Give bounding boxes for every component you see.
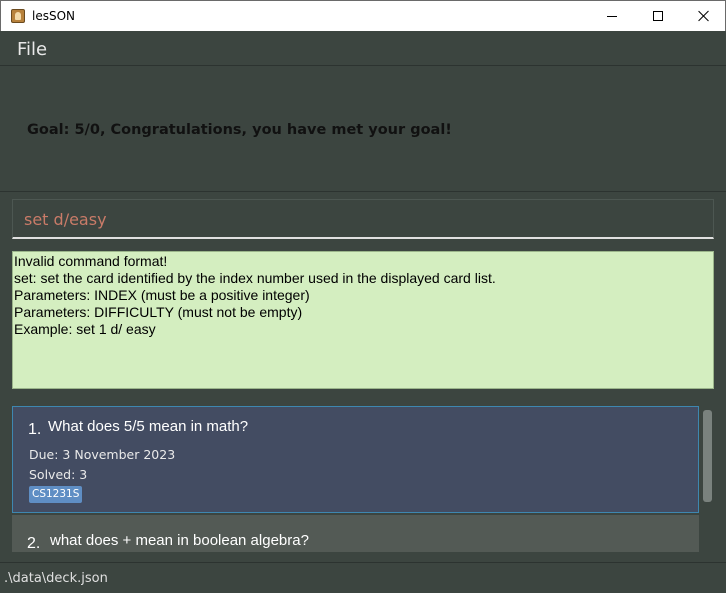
card-due: Due: 3 November 2023	[29, 447, 176, 462]
card-question: what does + mean in boolean algebra?	[50, 532, 309, 549]
close-button[interactable]	[681, 1, 726, 31]
scrollbar-thumb[interactable]	[703, 410, 712, 502]
window-title-bar[interactable]: lesSON	[0, 0, 726, 31]
menu-bar: File	[0, 31, 726, 66]
minimize-button[interactable]	[589, 1, 635, 31]
window-title: lesSON	[32, 9, 76, 23]
command-input[interactable]: set d/easy	[12, 199, 714, 239]
card-list-item[interactable]: 2. what does + mean in boolean algebra?	[12, 515, 699, 552]
card-tag: CS1231S	[29, 486, 83, 503]
card-question: What does 5/5 mean in math?	[48, 418, 249, 435]
status-file-path: .\data\deck.json	[4, 571, 108, 586]
result-display[interactable]: Invalid command format! set: set the car…	[12, 251, 714, 389]
result-line: Invalid command format!	[14, 253, 168, 269]
close-icon	[698, 10, 710, 22]
result-line: Parameters: INDEX (must be a positive in…	[14, 287, 310, 303]
result-line: Parameters: DIFFICULTY (must not be empt…	[14, 304, 303, 320]
command-input-value: set d/easy	[24, 210, 107, 229]
goal-text: Goal: 5/0, Congratulations, you have met…	[27, 122, 452, 138]
maximize-button[interactable]	[635, 1, 681, 31]
minimize-icon	[607, 15, 617, 17]
result-line: Example: set 1 d/ easy	[14, 321, 156, 337]
maximize-icon	[653, 11, 663, 21]
app-icon	[11, 9, 25, 23]
card-solved: Solved: 3	[29, 467, 88, 482]
menu-file[interactable]: File	[17, 39, 47, 60]
card-index: 2.	[27, 535, 41, 552]
card-index: 1.	[28, 421, 42, 438]
goal-panel: Goal: 5/0, Congratulations, you have met…	[0, 66, 726, 192]
card-list-item[interactable]: 1. What does 5/5 mean in math? Due: 3 No…	[12, 406, 699, 513]
result-line: set: set the card identified by the inde…	[14, 270, 496, 286]
card-list[interactable]: 1. What does 5/5 mean in math? Due: 3 No…	[12, 406, 714, 552]
card-list-scrollbar[interactable]	[703, 408, 713, 552]
status-bar: .\data\deck.json	[0, 562, 726, 593]
